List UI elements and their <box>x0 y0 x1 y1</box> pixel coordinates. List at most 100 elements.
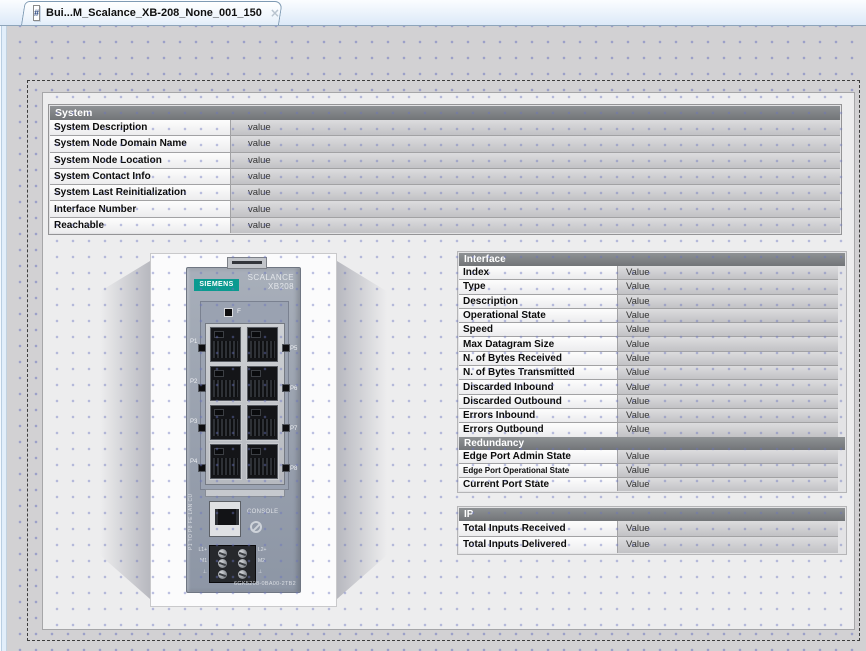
power-label: L2+ <box>258 547 274 553</box>
redundancy-table-header: Redundancy <box>459 437 845 450</box>
console-label: CONSOLE <box>247 509 278 515</box>
port-label: P4 <box>190 459 197 465</box>
port-label: P5 <box>290 346 297 352</box>
rj45-port <box>210 327 241 362</box>
port-led <box>198 464 206 472</box>
row-value: Value <box>618 464 838 477</box>
rj45-port <box>247 366 278 401</box>
table-row: Errors InboundValue <box>459 408 838 422</box>
table-row: Interface Numbervalue <box>50 200 840 216</box>
port-led <box>198 344 206 352</box>
terminal-screw <box>238 559 247 568</box>
interface-table-rows: IndexValueTypeValueDescriptionValueOpera… <box>459 266 845 437</box>
row-label: Reachable <box>50 218 231 233</box>
row-value: value <box>231 185 840 200</box>
row-value: value <box>231 169 840 184</box>
row-value: Value <box>618 409 838 422</box>
table-row: TypeValue <box>459 279 838 293</box>
table-row: Discarded InboundValue <box>459 379 838 393</box>
table-row: Operational StateValue <box>459 308 838 322</box>
row-value: Value <box>618 478 838 491</box>
port-label: P2 <box>190 379 197 385</box>
power-label: L1+ <box>191 547 207 553</box>
row-label: Current Port State <box>459 478 618 491</box>
row-value: value <box>231 120 840 135</box>
row-value: Value <box>618 352 838 365</box>
ip-table-header: IP <box>459 508 845 521</box>
table-row: System Last Reinitializationvalue <box>50 184 840 200</box>
table-row: IndexValue <box>459 266 838 279</box>
row-value: value <box>231 153 840 168</box>
row-value: value <box>231 201 840 216</box>
system-table-header: System <box>50 106 840 120</box>
table-row: DescriptionValue <box>459 294 838 308</box>
table-row: Discarded OutboundValue <box>459 394 838 408</box>
power-label: M1 <box>191 558 207 564</box>
tab-close-icon[interactable]: × <box>270 7 280 19</box>
interface-table-header: Interface <box>459 253 845 266</box>
system-table[interactable]: System System DescriptionvalueSystem Nod… <box>48 104 842 235</box>
row-label: System Last Reinitialization <box>50 185 231 200</box>
row-value: Value <box>618 295 838 308</box>
row-label: Discarded Inbound <box>459 380 618 393</box>
editor-canvas[interactable]: System System DescriptionvalueSystem Nod… <box>0 26 866 651</box>
rj45-port <box>210 444 241 479</box>
image-shadow-right <box>337 261 387 599</box>
row-value: value <box>231 136 840 151</box>
row-value: Value <box>618 380 838 393</box>
port-label: P3 <box>190 419 197 425</box>
row-value: Value <box>618 323 838 336</box>
port-label: P1 <box>190 339 197 345</box>
power-terminal-block <box>209 545 256 583</box>
row-label: Index <box>459 266 618 279</box>
row-label: System Contact Info <box>50 169 231 184</box>
table-row: Max Datagram SizeValue <box>459 336 838 350</box>
table-row: Total Inputs ReceivedValue <box>459 521 838 536</box>
power-label: ⊥ <box>191 569 207 575</box>
row-label: Max Datagram Size <box>459 337 618 350</box>
row-value: Value <box>618 395 838 408</box>
terminal-screw <box>238 549 247 558</box>
faceplate-panel[interactable]: System System DescriptionvalueSystem Nod… <box>42 92 855 630</box>
terminal-screw <box>218 559 227 568</box>
port-led <box>198 384 206 392</box>
row-label: Description <box>459 295 618 308</box>
rj45-port <box>247 444 278 479</box>
article-number-label: 6GK5208-0BA00-2TB2 <box>234 581 296 587</box>
row-label: N. of Bytes Transmitted <box>459 366 618 379</box>
din-rail-clip <box>227 257 267 269</box>
ip-table[interactable]: IP Total Inputs ReceivedValueTotal Input… <box>457 506 847 555</box>
row-label: Errors Inbound <box>459 409 618 422</box>
rj45-port <box>247 405 278 440</box>
row-value: Value <box>618 537 838 552</box>
row-value: value <box>231 218 840 233</box>
port-led <box>282 424 290 432</box>
table-row: Edge Port Operational StateValue <box>459 463 838 477</box>
row-value: Value <box>618 521 838 536</box>
row-label: System Node Domain Name <box>50 136 231 151</box>
port-plate <box>205 323 285 485</box>
row-label: System Node Location <box>50 153 231 168</box>
row-value: Value <box>618 337 838 350</box>
table-row: System Node Locationvalue <box>50 152 840 168</box>
port-label: P7 <box>290 426 297 432</box>
tab-title: Bui...M_Scalance_XB-208_None_001_150 <box>46 7 262 19</box>
image-shadow-left <box>100 261 150 599</box>
row-label: Total Inputs Received <box>459 521 618 536</box>
row-label: Type <box>459 280 618 293</box>
table-row: Reachablevalue <box>50 217 840 233</box>
table-row: System Node Domain Namevalue <box>50 135 840 151</box>
terminal-screw <box>238 570 247 579</box>
tab-scalance-faceplate[interactable]: # Bui...M_Scalance_XB-208_None_001_150 × <box>21 1 279 25</box>
device-model-label: SCALANCE XB208 <box>248 273 294 291</box>
rj45-port <box>210 405 241 440</box>
interface-table[interactable]: Interface IndexValueTypeValueDescription… <box>457 251 847 493</box>
side-port-label: P1 TO P8 FE LAN CU <box>188 472 194 550</box>
label-strip <box>205 489 285 497</box>
row-label: Errors Outbound <box>459 423 618 436</box>
row-value: Value <box>618 366 838 379</box>
prohibited-icon <box>250 521 262 533</box>
row-label: N. of Bytes Received <box>459 352 618 365</box>
row-value: Value <box>618 450 838 463</box>
rj45-port <box>247 327 278 362</box>
